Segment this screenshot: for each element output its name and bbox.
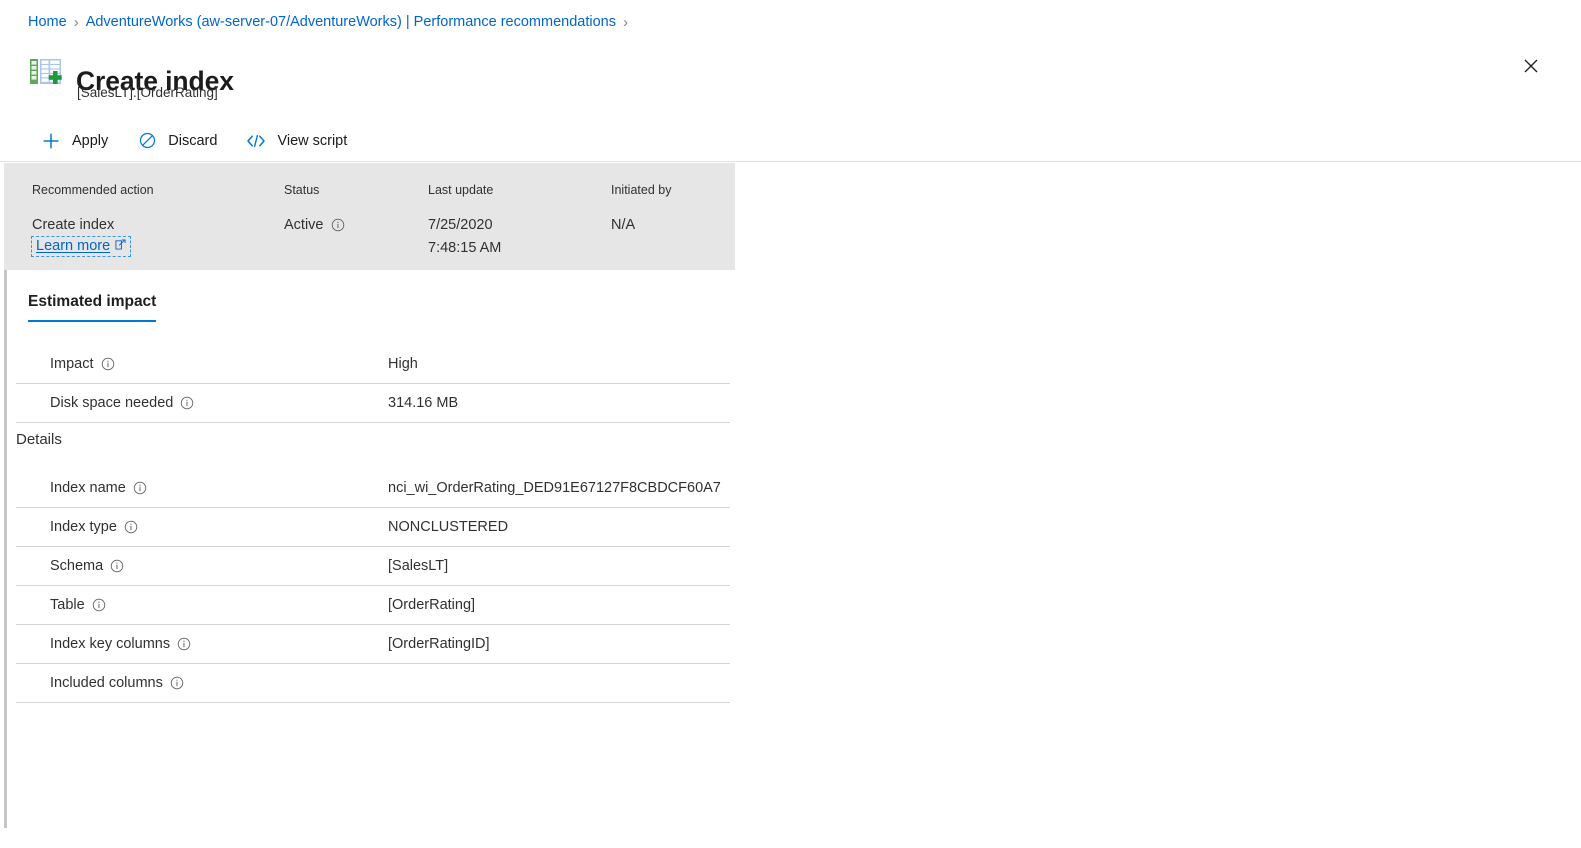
tab-estimated-impact[interactable]: Estimated impact [28,293,157,322]
row-label-cell: Index key columns [16,636,388,652]
table-row: Index key columns [OrderRatingID] [16,625,730,664]
view-script-label: View script [277,132,348,149]
breadcrumb-separator-icon-2: › [622,13,628,31]
index-key-columns-value: [OrderRatingID] [388,636,490,652]
info-icon-status[interactable] [331,218,345,232]
discard-button[interactable]: Discard [132,125,227,157]
view-script-button[interactable]: View script [241,125,357,157]
status-value-cell: Active [284,217,345,233]
column-header-recommended-action: Recommended action [32,183,154,197]
disk-space-needed-value: 314.16 MB [388,395,459,411]
estimated-impact-rows: Impact High Disk space needed 314.16 MB [16,345,730,423]
apply-button[interactable]: Apply [36,125,118,157]
row-label-cell: Index type [16,519,388,535]
info-icon-index-name[interactable] [133,481,147,495]
column-header-initiated-by: Initiated by [611,183,672,197]
details-rows: Index name nci_wi_OrderRating_DED91E6712… [16,469,730,703]
table-row: Table [OrderRating] [16,586,730,625]
impact-value: High [388,356,418,372]
index-name-value: nci_wi_OrderRating_DED91E67127F8CBDCF60A… [388,480,721,496]
details-section-label: Details [16,431,62,448]
create-index-blade: Home › AdventureWorks (aw-server-07/Adve… [0,0,1581,848]
column-header-status: Status [284,183,320,197]
status-text: Active [284,217,324,233]
index-type-value: NONCLUSTERED [388,519,509,535]
row-label-cell: Included columns [16,675,388,691]
impact-label: Impact [50,356,94,372]
breadcrumb-item-home[interactable]: Home [28,13,67,31]
recommended-action-value: Create index [32,217,115,233]
row-label-cell: Table [16,597,388,613]
learn-more-link[interactable]: Learn more [31,236,132,257]
table-row: Index name nci_wi_OrderRating_DED91E6712… [16,469,730,508]
schema-label: Schema [50,558,104,574]
info-icon-index-type[interactable] [124,520,138,534]
page-subtitle: [SalesLT].[OrderRating] [77,85,218,100]
initiated-by-value: N/A [611,217,636,233]
table-row: Impact High [16,345,730,384]
info-icon-schema[interactable] [110,559,124,573]
disk-space-needed-label: Disk space needed [50,395,174,411]
index-type-label: Index type [50,519,117,535]
schema-value: [SalesLT] [388,558,449,574]
column-header-last-update: Last update [428,183,494,197]
close-button[interactable] [1515,50,1547,82]
table-row: Disk space needed 314.16 MB [16,384,730,423]
info-icon-included-columns[interactable] [170,676,184,690]
breadcrumb: Home › AdventureWorks (aw-server-07/Adve… [28,13,635,31]
recommendation-summary-panel: Recommended action Status Last update In… [4,163,735,270]
close-icon [1524,59,1538,73]
row-label-cell: Schema [16,558,388,574]
row-label-cell: Impact [16,356,388,372]
create-index-table-icon [28,54,64,90]
code-brackets-icon [243,131,269,151]
table-row: Index type NONCLUSTERED [16,508,730,547]
table-value: [OrderRating] [388,597,476,613]
table-label: Table [50,597,85,613]
command-bar: Apply Discard View script [0,120,1581,162]
info-icon-impact[interactable] [101,357,115,371]
index-name-label: Index name [50,480,126,496]
breadcrumb-separator-icon: › [73,13,79,31]
last-update-date: 7/25/2020 [428,217,493,233]
info-icon-table[interactable] [92,598,106,612]
block-circle-icon [134,131,160,151]
plus-icon [38,131,64,151]
index-key-columns-label: Index key columns [50,636,171,652]
apply-label: Apply [72,132,109,149]
info-icon-disk-space[interactable] [180,396,194,410]
row-label-cell: Disk space needed [16,395,388,411]
table-row: Schema [SalesLT] [16,547,730,586]
tab-list: Estimated impact [28,293,157,322]
tab-estimated-impact-label: Estimated impact [28,293,157,310]
info-icon-index-key-columns[interactable] [177,637,191,651]
external-link-icon [115,238,126,254]
discard-label: Discard [168,132,218,149]
vertical-scroll-track[interactable] [4,270,7,828]
row-label-cell: Index name [16,480,388,496]
learn-more-label: Learn more [36,238,111,254]
breadcrumb-item-adventureworks[interactable]: AdventureWorks (aw-server-07/AdventureWo… [86,13,616,31]
included-columns-label: Included columns [50,675,163,691]
last-update-time: 7:48:15 AM [428,240,502,256]
table-row: Included columns [16,664,730,703]
